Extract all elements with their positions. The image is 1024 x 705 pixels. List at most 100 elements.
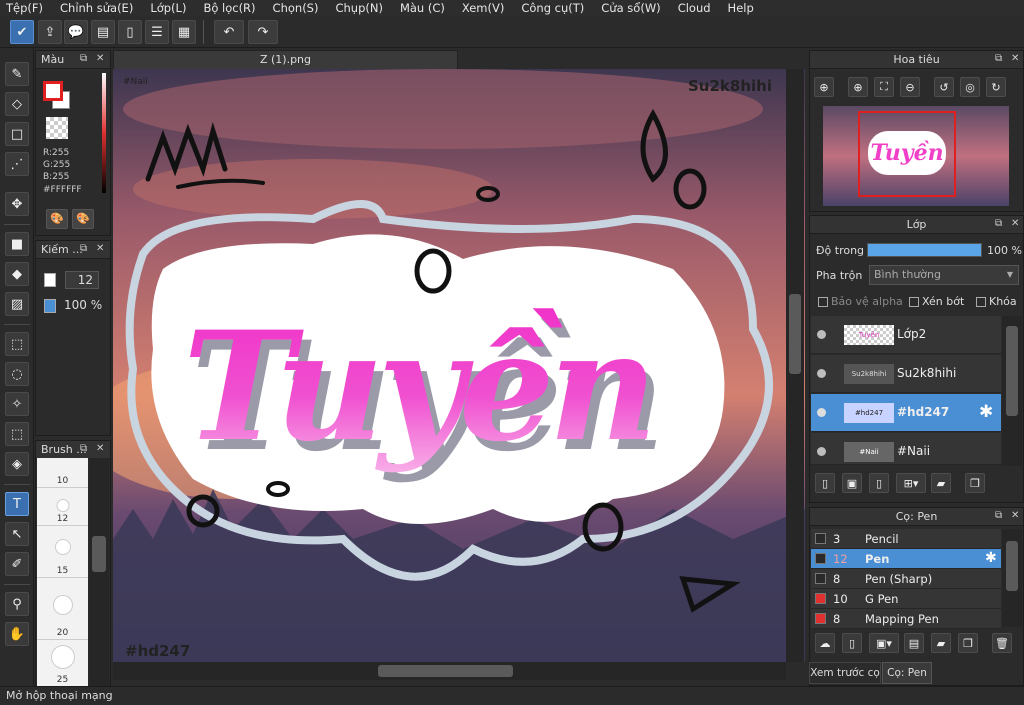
- undo-icon[interactable]: ↶: [214, 20, 244, 44]
- gear-icon[interactable]: ✱: [979, 402, 993, 422]
- menu-help[interactable]: Help: [728, 1, 762, 15]
- tab-brush-preview[interactable]: Xem trước cọ: [809, 662, 881, 684]
- close-icon[interactable]: ✕: [1011, 53, 1019, 64]
- dot-brush-icon[interactable]: ⋰: [5, 152, 29, 176]
- brush-item-selected[interactable]: 12 Pen ✱: [811, 549, 1001, 569]
- layer-item-selected[interactable]: #hd247 #hd247 ✱: [811, 394, 1001, 432]
- layer-item[interactable]: #Naii #Naii: [811, 433, 1001, 465]
- menu-layer[interactable]: Lớp(L): [150, 1, 194, 15]
- menu-view[interactable]: Xem(V): [462, 1, 512, 15]
- menu-capture[interactable]: Chụp(N): [335, 1, 390, 15]
- brush-size-item[interactable]: 10: [37, 458, 88, 488]
- eye-icon[interactable]: [817, 447, 826, 456]
- canvas-horizontal-scrollbar[interactable]: [113, 662, 786, 680]
- new-raster-layer-icon[interactable]: ▣: [842, 473, 862, 493]
- menu-cloud[interactable]: Cloud: [678, 1, 719, 15]
- navigator-preview[interactable]: Tuyền: [823, 106, 1009, 206]
- operation-tool-icon[interactable]: ↖: [5, 522, 29, 546]
- brush-size-item[interactable]: 25: [37, 640, 88, 686]
- canvas-artwork[interactable]: Tuyền Tuyền #Naii Su2k8hihi #hd247: [113, 69, 805, 662]
- color-slider[interactable]: [102, 73, 106, 193]
- tab-brush[interactable]: Cọ: Pen: [882, 662, 932, 684]
- shape-tool-icon[interactable]: □: [5, 122, 29, 146]
- lock-checkbox[interactable]: Khóa: [976, 295, 1017, 308]
- add-brush-menu-icon[interactable]: ▣▾: [869, 633, 899, 653]
- brush-tool-icon[interactable]: ✎: [5, 62, 29, 86]
- brush-item[interactable]: 10 G Pen: [811, 589, 1001, 609]
- menu-filter[interactable]: Bộ lọc(R): [203, 1, 263, 15]
- folder-icon[interactable]: ▰: [931, 473, 951, 493]
- palette-add-icon[interactable]: 🎨: [72, 209, 94, 229]
- close-icon[interactable]: ✕: [96, 443, 104, 454]
- popout-icon[interactable]: ⧉: [995, 510, 1002, 521]
- protect-alpha-checkbox[interactable]: Bảo vệ alpha: [818, 295, 903, 308]
- duplicate-brush-icon[interactable]: ❐: [958, 633, 978, 653]
- fill-rect-icon[interactable]: ■: [5, 232, 29, 256]
- brush-size-item[interactable]: 20: [37, 578, 88, 640]
- eyedropper-icon[interactable]: ⚲: [5, 592, 29, 616]
- bucket-icon[interactable]: ◆: [5, 262, 29, 286]
- divide-tool-icon[interactable]: ✐: [5, 552, 29, 576]
- new-halftone-layer-icon[interactable]: ▯: [869, 473, 889, 493]
- rotate-right-icon[interactable]: ↻: [986, 77, 1006, 97]
- reset-view-icon[interactable]: ◎: [960, 77, 980, 97]
- new-brush-icon[interactable]: ▯: [842, 633, 862, 653]
- canvas-vertical-scrollbar[interactable]: [786, 69, 804, 662]
- eye-icon[interactable]: [817, 330, 826, 339]
- canvas-area[interactable]: Tuyền Tuyền #Naii Su2k8hihi #hd247: [113, 69, 805, 662]
- fit-window-icon[interactable]: ⛶: [874, 77, 894, 97]
- transparent-color-swatch[interactable]: [46, 117, 68, 139]
- brush-size-scrollbar[interactable]: [89, 458, 109, 686]
- new-layer-icon[interactable]: ▯: [815, 473, 835, 493]
- select-pen-icon[interactable]: ⬚: [5, 422, 29, 446]
- eye-icon[interactable]: [817, 369, 826, 378]
- eraser-tool-icon[interactable]: ◇: [5, 92, 29, 116]
- popout-icon[interactable]: ⧉: [80, 243, 87, 254]
- menu-window[interactable]: Cửa sổ(W): [601, 1, 668, 15]
- checklist-icon[interactable]: ▦: [172, 20, 196, 44]
- menu-edit[interactable]: Chỉnh sửa(E): [60, 1, 141, 15]
- palette-icon[interactable]: 🎨: [46, 209, 68, 229]
- zoom-in-icon[interactable]: ⊕: [848, 77, 868, 97]
- popout-icon[interactable]: ⧉: [995, 53, 1002, 64]
- brush-item[interactable]: 8 Pen (Sharp): [811, 569, 1001, 589]
- gradient-icon[interactable]: ▨: [5, 292, 29, 316]
- hand-tool-icon[interactable]: ✋: [5, 622, 29, 646]
- rect-select-icon[interactable]: ⬚: [5, 332, 29, 356]
- clipping-checkbox[interactable]: Xén bớt: [909, 295, 964, 308]
- share-icon[interactable]: ⇪: [38, 20, 62, 44]
- brush-size-input[interactable]: 12: [65, 271, 99, 289]
- blend-mode-select[interactable]: Bình thường ▼: [869, 265, 1019, 285]
- close-icon[interactable]: ✕: [1011, 218, 1019, 229]
- lasso-icon[interactable]: ◌: [5, 362, 29, 386]
- canvas-tab[interactable]: Z (1).png: [113, 50, 458, 69]
- scroll-thumb[interactable]: [1006, 541, 1018, 591]
- layer-item[interactable]: Su2k8hihi Su2k8hihi: [811, 355, 1001, 393]
- comment-icon[interactable]: ▤: [91, 20, 115, 44]
- brush-settings-icon[interactable]: ▤: [904, 633, 924, 653]
- text-tool-icon[interactable]: T: [5, 492, 29, 516]
- list-icon[interactable]: ☰: [145, 20, 169, 44]
- speech-bubble-icon[interactable]: 💬: [64, 20, 88, 44]
- brush-item[interactable]: 8 Mapping Pen: [811, 609, 1001, 629]
- popout-icon[interactable]: ⧉: [80, 443, 87, 454]
- rotate-left-icon[interactable]: ↺: [934, 77, 954, 97]
- eye-icon[interactable]: [817, 408, 826, 417]
- close-icon[interactable]: ✕: [1011, 510, 1019, 521]
- close-icon[interactable]: ✕: [96, 243, 104, 254]
- layer-item[interactable]: Tuyền Lớp2: [811, 316, 1001, 354]
- gear-icon[interactable]: ✱: [985, 550, 997, 566]
- brush-item[interactable]: 3 Pencil: [811, 529, 1001, 549]
- layer-opacity-slider[interactable]: [867, 243, 982, 257]
- popout-icon[interactable]: ⧉: [995, 218, 1002, 229]
- close-icon[interactable]: ✕: [96, 53, 104, 64]
- document-icon[interactable]: ▯: [118, 20, 142, 44]
- magic-wand-icon[interactable]: ✧: [5, 392, 29, 416]
- popout-icon[interactable]: ⧉: [80, 53, 87, 64]
- brush-size-item[interactable]: 12: [37, 488, 88, 526]
- check-icon[interactable]: ✔: [10, 20, 34, 44]
- move-tool-icon[interactable]: ✥: [5, 192, 29, 216]
- cloud-download-icon[interactable]: ☁: [815, 633, 835, 653]
- zoom-fit-icon[interactable]: ⊕: [814, 77, 834, 97]
- add-layer-menu-icon[interactable]: ⊞▾: [896, 473, 926, 493]
